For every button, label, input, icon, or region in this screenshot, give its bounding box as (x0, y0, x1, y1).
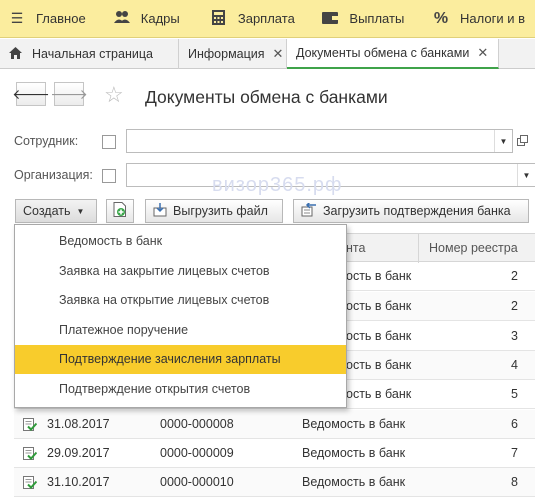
registry-cell: 6 (511, 417, 518, 431)
doc-type-cell: Ведомость в банк (302, 446, 406, 460)
doc-type-cell: ость в банк (346, 269, 412, 283)
date-cell: 29.09.2017 (47, 446, 110, 460)
menu-item-account-opening-confirmation[interactable]: Подтверждение открытия счетов (15, 375, 346, 404)
arrow-right-icon: 🡒 (50, 85, 88, 102)
favorite-star-icon[interactable]: ☆ (104, 84, 124, 106)
section-label: Налоги и в (460, 11, 525, 26)
doc-type-cell: ость в банк (346, 329, 412, 343)
posted-document-icon (23, 447, 38, 460)
load-icon (301, 200, 317, 220)
section-main[interactable]: ☰ Главное (0, 0, 105, 37)
page-title: Документы обмена с банками (145, 87, 388, 107)
registry-cell: 5 (511, 387, 518, 401)
menu-item-payment-order[interactable]: Платежное поручение (15, 316, 346, 345)
column-header[interactable]: Номер реестра (418, 234, 535, 263)
doc-type-cell: ость в банк (346, 299, 412, 313)
posted-document-icon (23, 418, 38, 431)
tab-bank-documents[interactable]: Документы обмена с банками ✕ (287, 39, 499, 69)
tab-home[interactable]: Начальная страница (0, 39, 179, 69)
load-confirmations-button[interactable]: Загрузить подтверждения банка (293, 199, 529, 223)
employee-field[interactable]: ▼ (126, 129, 513, 153)
section-taxes[interactable]: % Налоги и в (424, 0, 535, 37)
section-label: Зарплата (237, 11, 295, 26)
percent-icon: % (433, 9, 449, 27)
number-cell: 0000-000008 (160, 417, 234, 431)
registry-cell: 2 (511, 299, 518, 313)
menu-item-salary-crediting-confirmation[interactable]: Подтверждение зачисления зарплаты (15, 345, 346, 374)
open-icon[interactable] (517, 135, 528, 149)
doc-type-cell: ость в банк (346, 387, 412, 401)
table-row[interactable]: 29.09.2017 0000-000009 Ведомость в банк … (14, 439, 535, 468)
tab-label: Информация (188, 47, 265, 61)
add-document-icon (113, 202, 127, 220)
hamburger-icon: ☰ (10, 10, 24, 26)
wallet-icon (321, 11, 339, 27)
doc-type-cell: Ведомость в банк (302, 417, 406, 431)
organization-checkbox[interactable] (102, 169, 116, 183)
unload-icon (153, 202, 167, 220)
load-label: Загрузить подтверждения банка (323, 204, 511, 218)
date-cell: 31.08.2017 (47, 417, 110, 431)
unload-file-button[interactable]: Выгрузить файл (145, 199, 283, 223)
registry-cell: 3 (511, 329, 518, 343)
section-bar: ☰ Главное Кадры Зарплата Выплаты % Налог… (0, 0, 535, 38)
date-cell: 31.10.2017 (47, 475, 110, 489)
employee-checkbox[interactable] (102, 135, 116, 149)
registry-cell: 8 (511, 475, 518, 489)
registry-cell: 7 (511, 446, 518, 460)
section-hr[interactable]: Кадры (105, 0, 202, 37)
section-label: Кадры (140, 11, 180, 26)
tab-label: Начальная страница (32, 47, 153, 61)
calculator-icon (210, 9, 228, 28)
section-label: Главное (36, 11, 86, 26)
employee-label: Сотрудник: (14, 134, 79, 148)
section-salary[interactable]: Зарплата (202, 0, 314, 37)
unload-label: Выгрузить файл (173, 204, 268, 218)
number-cell: 0000-000010 (160, 475, 234, 489)
posted-document-icon (23, 476, 38, 489)
table-row[interactable]: 31.10.2017 0000-000010 Ведомость в банк … (14, 468, 535, 497)
registry-cell: 4 (511, 358, 518, 372)
create-dropdown-menu: Ведомость в банк Заявка на закрытие лице… (14, 224, 347, 408)
add-button[interactable] (106, 199, 134, 223)
chevron-down-icon[interactable]: ▼ (494, 130, 512, 152)
menu-item-open-accounts-request[interactable]: Заявка на открытие лицевых счетов (15, 286, 346, 315)
chevron-down-icon[interactable]: ▼ (517, 164, 535, 186)
forward-button[interactable]: 🡒 (50, 82, 88, 106)
doc-type-cell: ость в банк (346, 358, 412, 372)
chevron-down-icon: ▼ (76, 206, 85, 216)
doc-type-cell: Ведомость в банк (302, 475, 406, 489)
organization-label: Организация: (14, 168, 93, 182)
home-icon (9, 46, 22, 62)
table-row[interactable]: 31.08.2017 0000-000008 Ведомость в банк … (14, 410, 535, 439)
arrow-left-icon: 🡐 (12, 85, 50, 102)
tab-information[interactable]: Информация ✕ (179, 39, 287, 69)
menu-item-bank-statement[interactable]: Ведомость в банк (15, 227, 346, 256)
registry-cell: 2 (511, 269, 518, 283)
create-button[interactable]: Создать ▼ (15, 199, 97, 223)
menu-item-close-accounts-request[interactable]: Заявка на закрытие лицевых счетов (15, 257, 346, 286)
section-label: Выплаты (349, 11, 405, 26)
number-cell: 0000-000009 (160, 446, 234, 460)
back-button[interactable]: 🡐 (12, 82, 50, 106)
people-icon (113, 10, 131, 27)
tab-bar: Начальная страница Информация ✕ Документ… (0, 39, 535, 69)
create-label: Создать (23, 204, 71, 218)
section-payments[interactable]: Выплаты (313, 0, 424, 37)
watermark: визор365.рф (212, 174, 343, 196)
column-header[interactable]: нта (336, 234, 423, 263)
close-icon[interactable]: ✕ (273, 46, 284, 62)
tab-label: Документы обмена с банками (296, 46, 470, 60)
close-icon[interactable]: ✕ (477, 45, 488, 61)
